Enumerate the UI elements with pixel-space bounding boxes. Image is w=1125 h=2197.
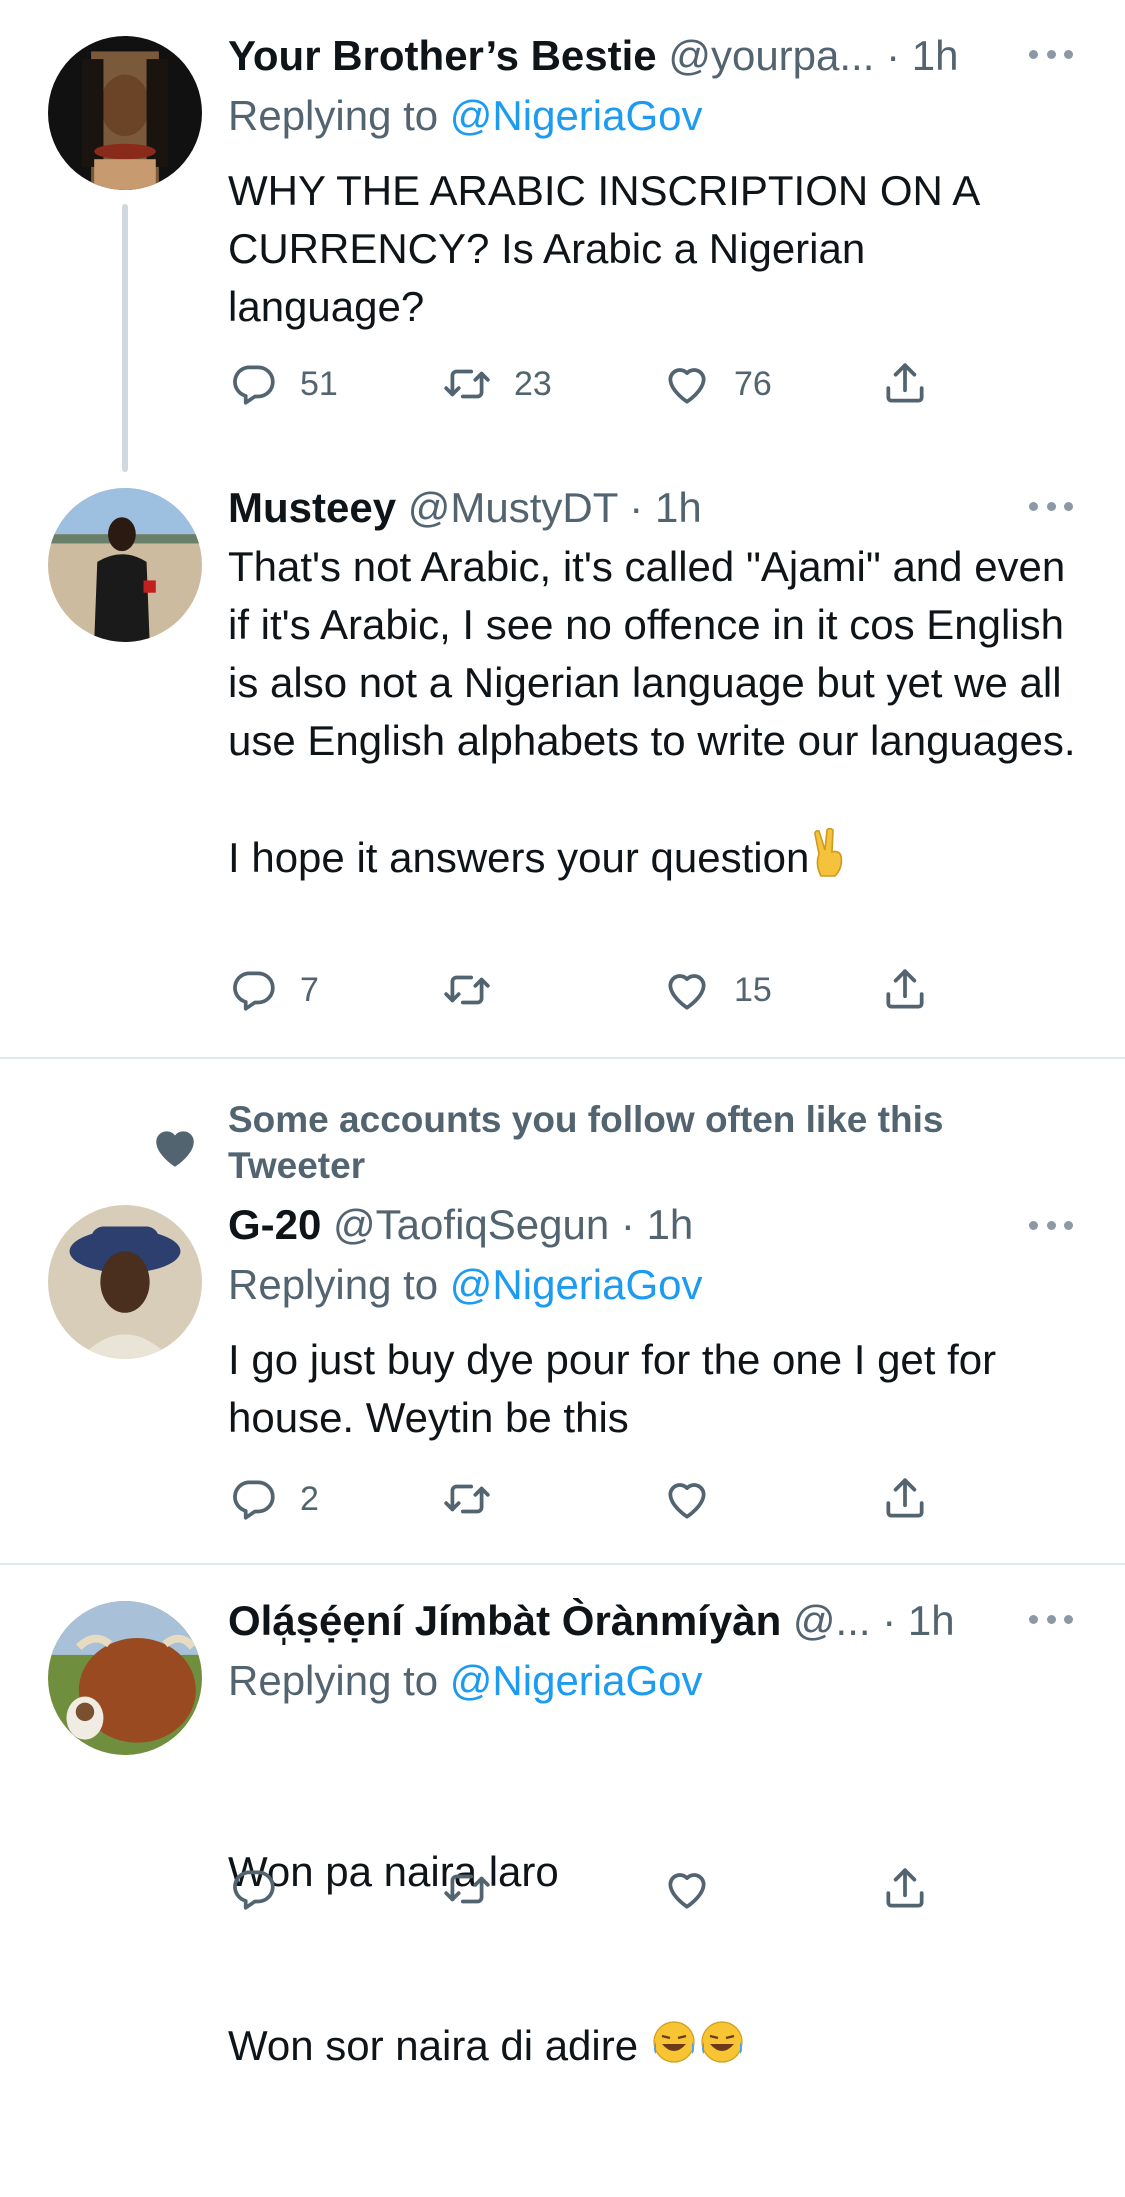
tweet-text-content: Won sor naira di adire [228,2022,639,2069]
like-button[interactable]: 76 [662,356,772,412]
mention-link[interactable]: @NigeriaGov [450,1261,703,1308]
handle[interactable]: @... [793,1597,871,1644]
tweet-text-line: Won sor naira di adire [228,2017,1088,2081]
reply-button[interactable] [228,1861,278,1917]
replying-label: Replying to [228,92,439,139]
replying-to: Replying to @NigeriaGov [228,88,703,144]
like-button[interactable] [662,1861,712,1917]
avatar[interactable] [48,1205,202,1359]
tweet-header: Musteey @MustyDT · 1h [228,480,1065,536]
replying-to: Replying to @NigeriaGov [228,1653,703,1709]
timestamp[interactable]: 1h [908,1597,955,1644]
separator-dot: · [882,1597,897,1644]
thread-line [122,204,128,472]
tweet-header: Your Brother’s Bestie @yourpa... · 1h [228,28,1005,84]
heart-icon [662,359,712,409]
tears-of-joy-emoji [698,2018,746,2081]
handle[interactable]: @TaofiqSegun [333,1201,609,1248]
social-context: Some accounts you follow often like this… [228,1099,944,1186]
tweet-text-content: That's not Arabic, it's called "Ajami" a… [228,543,1076,881]
retweet-button[interactable] [442,1471,514,1527]
tweet-actions: 2 [228,1471,948,1527]
tears-of-joy-emoji [650,2018,698,2081]
tweet-text: Won pa naira laro Won sor naira di adire [228,1727,1088,2197]
like-count: 15 [734,970,772,1009]
share-icon [880,1474,930,1524]
reply-count: 2 [300,1479,319,1518]
reply-icon [228,1864,278,1914]
share-icon [880,1864,930,1914]
display-name[interactable]: Olá̩ṣẹ́ẹní Jímbàt Òrànmíyàn [228,1597,781,1644]
display-name[interactable]: Your Brother’s Bestie [228,32,657,79]
heart-filled-icon [156,1131,194,1167]
replying-label: Replying to [228,1657,439,1704]
tweet-text: That's not Arabic, it's called "Ajami" a… [228,538,1088,893]
tweet-text: I go just buy dye pour for the one I get… [228,1336,1008,1441]
handle[interactable]: @yourpa... [668,32,874,79]
reply-button[interactable]: 51 [228,356,338,412]
tweet-4[interactable]: Olá̩ṣẹ́ẹní Jímbàt Òrànmíyàn @... · 1h Re… [0,1565,1125,2069]
like-count: 76 [734,364,772,403]
tweet-header: G-20 @TaofiqSegun · 1h [228,1197,1065,1253]
like-button[interactable]: 15 [662,962,772,1018]
tweet-actions [228,1861,948,1917]
avatar[interactable] [48,36,202,190]
tweet-actions: 51 23 76 [228,356,948,412]
more-options-icon[interactable] [1029,500,1073,512]
share-button[interactable] [880,1471,930,1527]
mention-link[interactable]: @NigeriaGov [450,92,703,139]
retweet-icon [442,1864,492,1914]
victory-hand-emoji [809,827,853,893]
more-options-icon[interactable] [1029,1613,1073,1625]
retweet-count: 23 [514,364,552,403]
reply-icon [228,359,278,409]
replying-label: Replying to [228,1261,439,1308]
avatar[interactable] [48,1601,202,1755]
separator-dot: · [629,484,644,531]
reply-icon [228,965,278,1015]
retweet-icon [442,359,492,409]
more-options-icon[interactable] [1029,48,1073,60]
tweet-3[interactable]: Some accounts you follow often like this… [0,1059,1125,1563]
like-button[interactable] [662,1471,734,1527]
handle[interactable]: @MustyDT [408,484,618,531]
replying-to: Replying to @NigeriaGov [228,1257,703,1313]
retweet-button[interactable] [442,962,514,1018]
share-button[interactable] [880,1861,930,1917]
reply-button[interactable]: 2 [228,1471,319,1527]
timestamp[interactable]: 1h [655,484,702,531]
retweet-button[interactable]: 23 [442,356,552,412]
separator-dot: · [620,1201,635,1248]
reply-button[interactable]: 7 [228,962,319,1018]
avatar[interactable] [48,488,202,642]
separator-dot: · [886,32,901,79]
display-name[interactable]: G-20 [228,1201,321,1248]
reply-icon [228,1474,278,1524]
share-icon [880,359,930,409]
retweet-button[interactable] [442,1861,492,1917]
display-name[interactable]: Musteey [228,484,396,531]
timestamp[interactable]: 1h [912,32,959,79]
reply-count: 51 [300,364,338,403]
share-button[interactable] [880,962,930,1018]
share-button[interactable] [880,356,930,412]
tweet-2[interactable]: Musteey @MustyDT · 1h That's not Arabic,… [0,470,1125,1058]
share-icon [880,965,930,1015]
mention-link[interactable]: @NigeriaGov [450,1657,703,1704]
timestamp[interactable]: 1h [647,1201,694,1248]
heart-icon [662,1864,712,1914]
tweet-text: WHY THE ARABIC INSCRIPTION ON A CURRENCY… [228,167,990,330]
heart-icon [662,1474,712,1524]
tweet-actions: 7 15 [228,962,948,1018]
retweet-icon [442,965,492,1015]
tweet-header: Olá̩ṣẹ́ẹní Jímbàt Òrànmíyàn @... · 1h [228,1593,1005,1649]
more-options-icon[interactable] [1029,1219,1073,1231]
tweet-1[interactable]: Your Brother’s Bestie @yourpa... · 1h Re… [0,0,1125,472]
reply-count: 7 [300,970,319,1009]
retweet-icon [442,1474,492,1524]
heart-icon [662,965,712,1015]
